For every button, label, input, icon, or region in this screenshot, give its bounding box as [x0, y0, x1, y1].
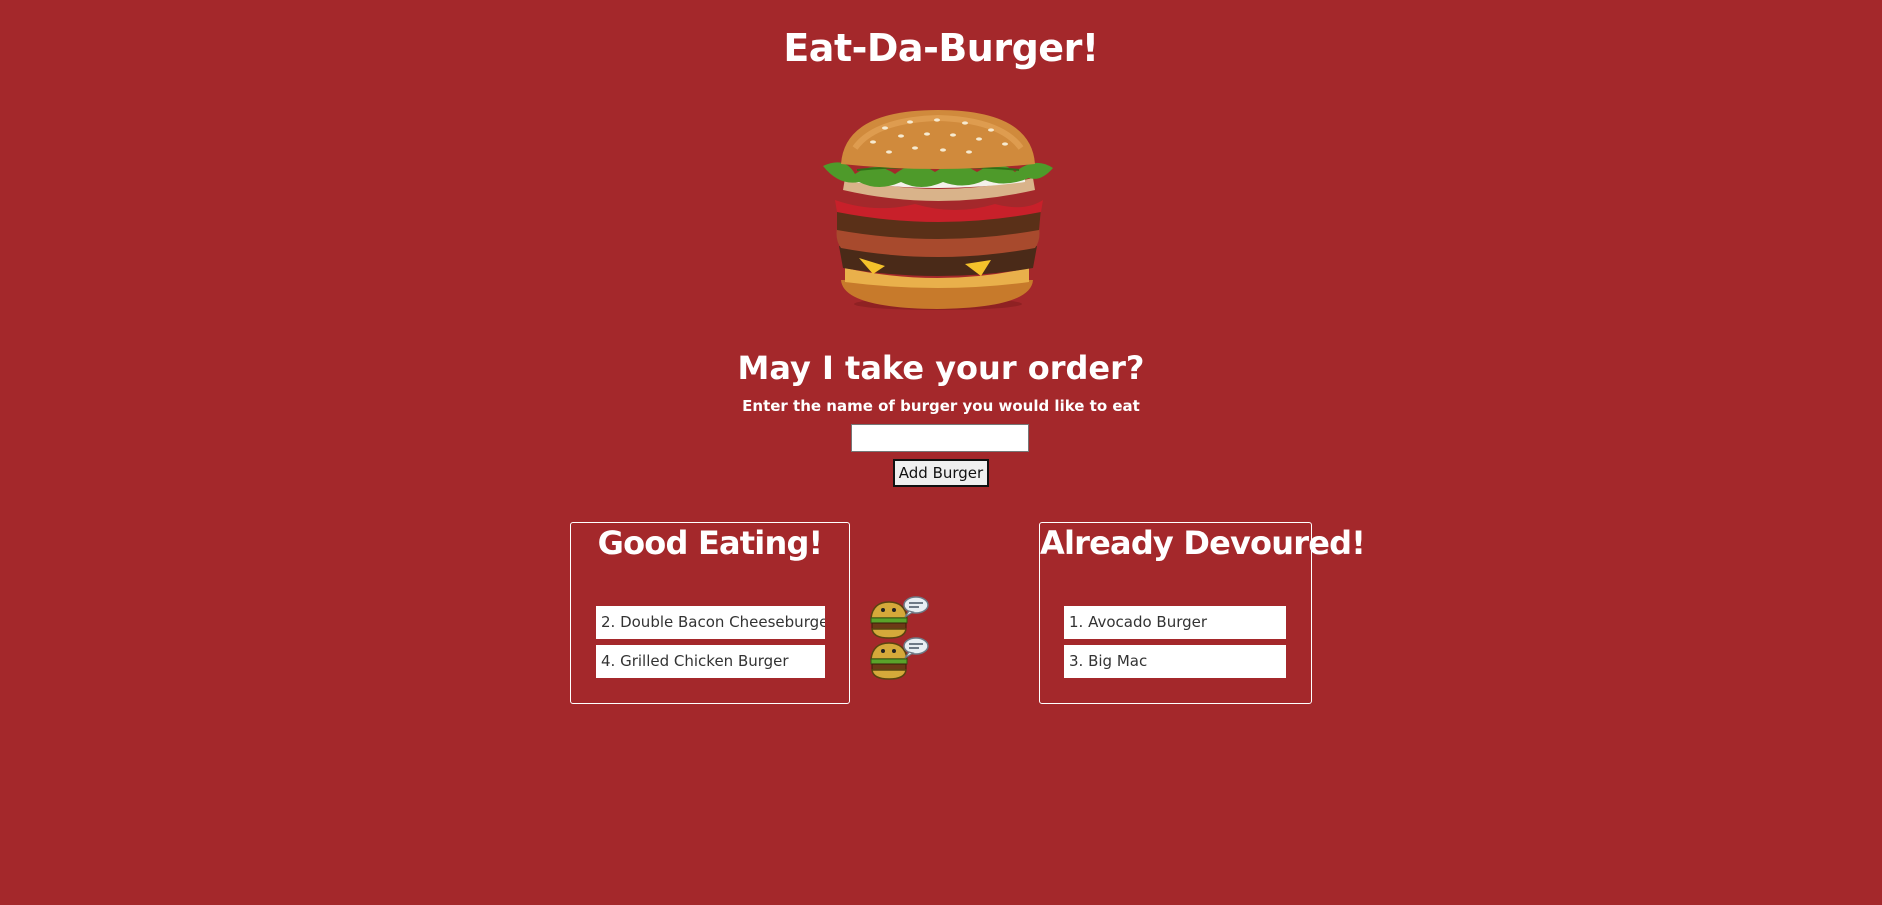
add-burger-button[interactable]: Add Burger: [893, 459, 989, 487]
order-heading: May I take your order?: [737, 349, 1145, 387]
burger-name-label: Enter the name of burger you would like …: [742, 397, 1140, 415]
devour-button[interactable]: [867, 596, 933, 640]
list-item: 3. Big Mac: [1064, 645, 1286, 678]
eat-burger-icon: [870, 596, 929, 639]
good-eating-title: Good Eating!: [597, 524, 823, 562]
page-title: Eat-Da-Burger!: [783, 26, 1099, 70]
list-item: 4. Grilled Chicken Burger: [596, 645, 825, 678]
burger-hero-image: [823, 110, 1053, 310]
eat-burger-icon: [870, 637, 929, 680]
list-item: 2. Double Bacon Cheeseburger: [596, 606, 825, 639]
burger-name-input[interactable]: [851, 424, 1029, 452]
already-devoured-panel: Already Devoured! 1. Avocado Burger 3. B…: [1039, 522, 1366, 704]
devour-button[interactable]: [867, 637, 933, 681]
already-devoured-title: Already Devoured!: [1040, 524, 1366, 562]
list-item: 1. Avocado Burger: [1064, 606, 1286, 639]
good-eating-panel: Good Eating! 2. Double Bacon Cheeseburge…: [570, 522, 850, 704]
